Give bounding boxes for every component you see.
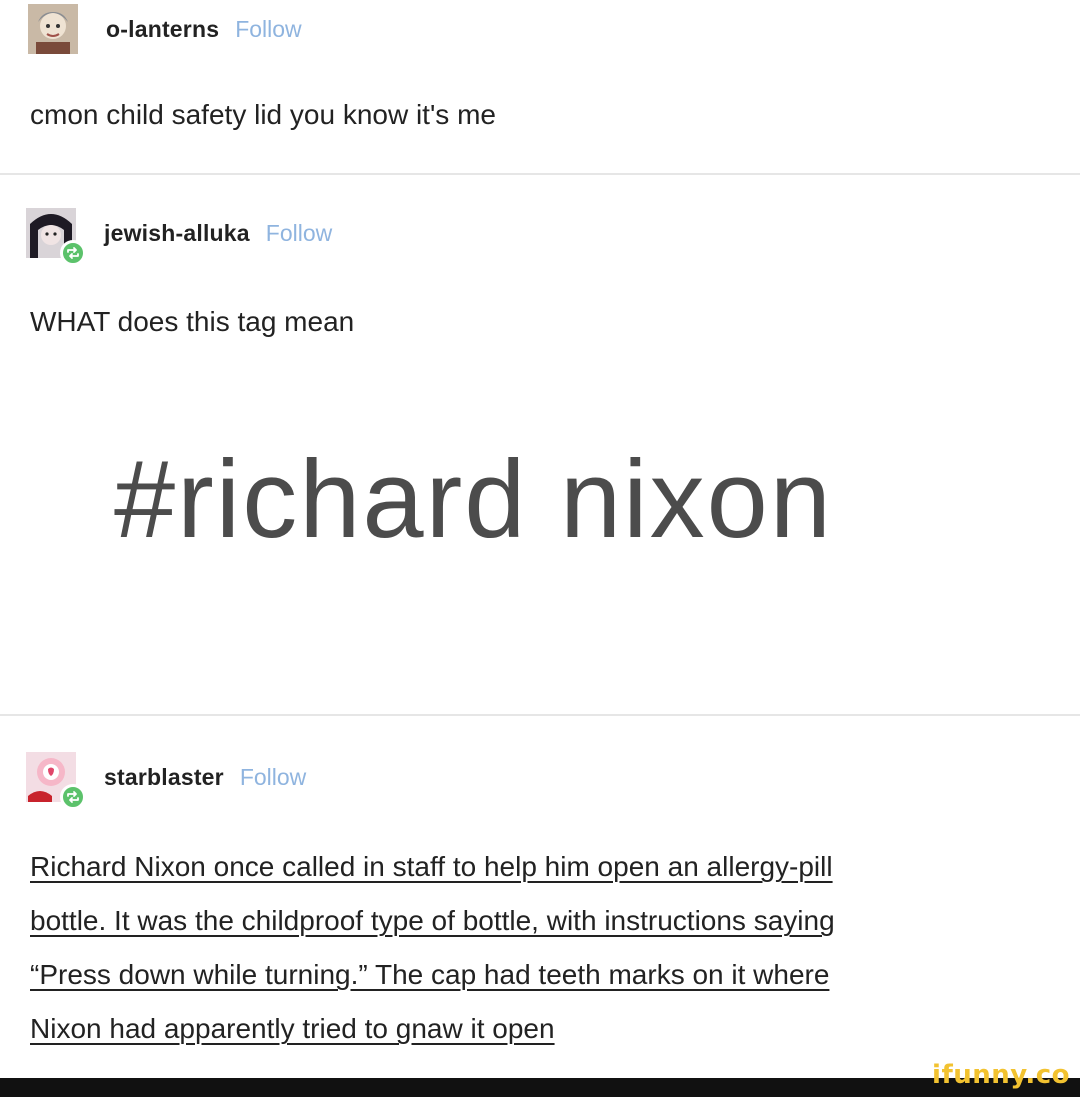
username[interactable]: starblaster [104, 764, 224, 791]
footer-bar [0, 1078, 1080, 1097]
post-divider [0, 173, 1080, 175]
quote-line[interactable]: bottle. It was the childproof type of bo… [30, 894, 835, 948]
post-text: WHAT does this tag mean [30, 306, 355, 337]
ifunny-watermark: ifunny.co [932, 1060, 1070, 1090]
post-text: cmon child safety lid you know it's me [30, 99, 496, 130]
avatar-jewish-alluka[interactable] [26, 208, 86, 266]
reblog-icon [60, 784, 86, 810]
reblog-icon [60, 240, 86, 266]
quote-line[interactable]: Nixon had apparently tried to gnaw it op… [30, 1002, 835, 1056]
quoted-text[interactable]: Richard Nixon once called in staff to he… [30, 840, 835, 1056]
post-header-starblaster: starblaster Follow [26, 752, 306, 810]
post-divider [0, 714, 1080, 716]
follow-button[interactable]: Follow [266, 220, 332, 247]
quote-line[interactable]: Richard Nixon once called in staff to he… [30, 840, 835, 894]
username[interactable]: o-lanterns [106, 16, 219, 43]
avatar-starblaster[interactable] [26, 752, 86, 810]
avatar-o-lanterns[interactable] [28, 4, 78, 54]
post-header-o-lanterns: o-lanterns Follow [28, 4, 302, 54]
post-tag[interactable]: #richard nixon [114, 436, 833, 563]
follow-button[interactable]: Follow [235, 16, 301, 43]
avatar-image [28, 4, 78, 54]
quote-line[interactable]: “Press down while turning.” The cap had … [30, 948, 835, 1002]
post-header-jewish-alluka: jewish-alluka Follow [26, 208, 332, 266]
username[interactable]: jewish-alluka [104, 220, 250, 247]
follow-button[interactable]: Follow [240, 764, 306, 791]
